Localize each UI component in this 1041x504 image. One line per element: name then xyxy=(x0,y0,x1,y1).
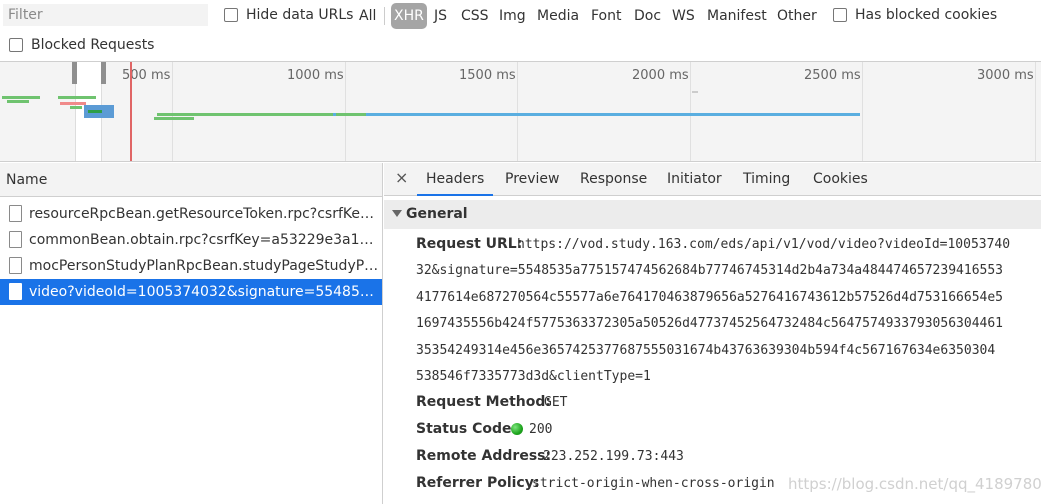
status-ok-icon xyxy=(511,423,523,435)
filter-other[interactable]: Other xyxy=(777,3,817,29)
request-bar xyxy=(70,106,82,109)
remote-address-value: 223.252.199.73:443 xyxy=(543,449,684,464)
network-toolbar: Hide data URLs All XHR JS CSS Img Media … xyxy=(0,0,1041,62)
request-row-selected[interactable]: video?videoId=1005374032&signature=55485… xyxy=(0,279,382,305)
filter-js[interactable]: JS xyxy=(434,3,447,29)
tick-label: 1500 ms xyxy=(459,68,516,83)
request-name: commonBean.obtain.rpc?csrfKey=a53229e3a1… xyxy=(29,232,382,248)
remote-address-label: Remote Address: xyxy=(416,448,552,464)
grid-line xyxy=(1035,62,1036,161)
section-title: General xyxy=(406,206,468,222)
request-bar xyxy=(157,113,333,116)
checkbox-box[interactable] xyxy=(224,8,238,22)
has-blocked-cookies-checkbox[interactable]: Has blocked cookies xyxy=(833,5,997,25)
tab-headers[interactable]: Headers xyxy=(417,163,494,196)
filter-input[interactable] xyxy=(3,4,208,26)
request-url-line: 32&signature=5548535a775157474562684b777… xyxy=(416,263,1003,278)
filter-xhr[interactable]: XHR xyxy=(391,3,427,29)
hide-data-urls-label: Hide data URLs xyxy=(246,7,354,23)
document-icon xyxy=(9,257,22,274)
request-row[interactable]: commonBean.obtain.rpc?csrfKey=a53229e3a1… xyxy=(0,227,382,253)
blocked-requests-label: Blocked Requests xyxy=(31,37,155,53)
request-name: resourceRpcBean.getResourceToken.rpc?csr… xyxy=(29,206,382,222)
filter-img[interactable]: Img xyxy=(499,3,526,29)
filter-doc[interactable]: Doc xyxy=(634,3,661,29)
load-event-line xyxy=(130,62,132,161)
grid-line xyxy=(172,62,173,161)
status-code-label: Status Code: xyxy=(416,421,518,437)
document-icon xyxy=(9,205,22,222)
name-column-header[interactable]: Name xyxy=(0,163,382,197)
request-url-line: 35354249314e456e3657425377687555031674b4… xyxy=(416,343,996,358)
document-icon xyxy=(9,231,22,248)
expand-triangle-icon xyxy=(392,210,402,217)
tab-initiator[interactable]: Initiator xyxy=(667,163,722,196)
tick-label: 1000 ms xyxy=(287,68,344,83)
request-url-line: 1697435556b424f5775363372305a50526d47737… xyxy=(416,316,1003,331)
request-row[interactable]: mocPersonStudyPlanRpcBean.studyPageStudy… xyxy=(0,253,382,279)
referrer-policy-label: Referrer Policy: xyxy=(416,475,540,491)
general-section-header[interactable]: General xyxy=(384,200,1041,229)
filter-css[interactable]: CSS xyxy=(461,3,489,29)
request-bar xyxy=(2,96,40,99)
request-bar xyxy=(88,110,102,113)
request-method-label: Request Method: xyxy=(416,394,551,410)
grid-line xyxy=(517,62,518,161)
checkbox-box[interactable] xyxy=(833,8,847,22)
request-bar xyxy=(58,96,96,99)
status-code-value: 200 xyxy=(529,422,553,437)
tab-preview[interactable]: Preview xyxy=(505,163,560,196)
grid-line xyxy=(345,62,346,161)
request-url-label: Request URL: xyxy=(416,236,523,252)
request-url-value: https://vod.study.163.com/eds/api/v1/vod… xyxy=(517,237,1011,252)
tab-timing[interactable]: Timing xyxy=(743,163,790,196)
filter-ws[interactable]: WS xyxy=(672,3,695,29)
request-bar xyxy=(154,117,194,120)
filter-all[interactable]: All xyxy=(359,3,376,29)
timeline-overview[interactable]: 500 ms 1000 ms 1500 ms 2000 ms 2500 ms 3… xyxy=(0,62,1041,162)
request-name: video?videoId=1005374032&signature=55485… xyxy=(29,284,382,300)
filter-manifest[interactable]: Manifest xyxy=(707,3,767,29)
selection-handle-right[interactable] xyxy=(101,62,106,84)
request-row[interactable]: resourceRpcBean.getResourceToken.rpc?csr… xyxy=(0,201,382,227)
request-bar xyxy=(333,113,860,116)
has-blocked-cookies-label: Has blocked cookies xyxy=(855,7,998,23)
tab-cookies[interactable]: Cookies xyxy=(813,163,868,196)
request-details: × Headers Preview Response Initiator Tim… xyxy=(384,163,1041,504)
toolbar-divider xyxy=(384,7,385,25)
filter-font[interactable]: Font xyxy=(591,3,621,29)
close-icon[interactable]: × xyxy=(395,168,408,187)
request-url-line: 4177614e687270564c55577a6e76417046387965… xyxy=(416,290,1003,305)
request-name: mocPersonStudyPlanRpcBean.studyPageStudy… xyxy=(29,258,382,274)
tick-label: 2500 ms xyxy=(804,68,861,83)
tab-response[interactable]: Response xyxy=(580,163,647,196)
checkbox-box[interactable] xyxy=(9,38,23,52)
request-method-value: GET xyxy=(544,395,568,410)
filter-media[interactable]: Media xyxy=(537,3,579,29)
grid-line xyxy=(862,62,863,161)
request-list: Name resourceRpcBean.getResourceToken.rp… xyxy=(0,163,383,504)
grid-line xyxy=(690,62,691,161)
document-icon xyxy=(9,283,22,300)
referrer-policy-value: strict-origin-when-cross-origin xyxy=(532,476,775,491)
request-bar xyxy=(692,91,698,93)
selection-handle-left[interactable] xyxy=(72,62,77,84)
hide-data-urls-checkbox[interactable]: Hide data URLs xyxy=(224,5,353,25)
request-bar xyxy=(60,102,86,105)
request-url-line: 538546f7335773d3d&clientType=1 xyxy=(416,369,651,384)
details-tab-bar: × Headers Preview Response Initiator Tim… xyxy=(384,163,1041,196)
tick-label: 3000 ms xyxy=(977,68,1034,83)
tick-label: 2000 ms xyxy=(632,68,689,83)
request-bar xyxy=(7,100,29,103)
request-bar xyxy=(336,113,366,116)
blocked-requests-checkbox[interactable]: Blocked Requests xyxy=(9,35,154,55)
watermark: https://blog.csdn.net/qq_41897800 xyxy=(788,475,1041,493)
